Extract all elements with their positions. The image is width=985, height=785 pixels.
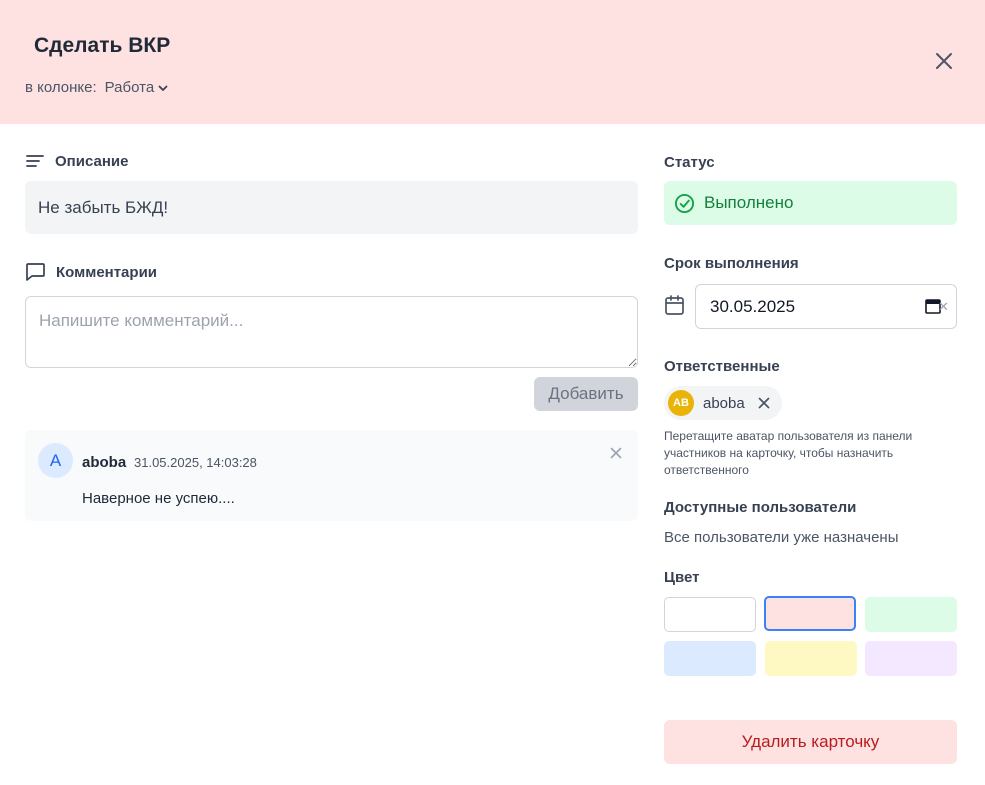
- calendar-icon: [665, 295, 684, 315]
- assignee-name: aboba: [703, 394, 745, 412]
- text-lines-icon: [26, 155, 44, 167]
- color-swatch-green[interactable]: [865, 597, 957, 632]
- comments-label: Комментарии: [56, 263, 158, 281]
- close-icon: [936, 53, 952, 69]
- close-icon: [610, 447, 622, 459]
- color-swatch-red[interactable]: [764, 596, 856, 631]
- status-value: Выполнено: [704, 193, 794, 212]
- column-select[interactable]: Работа: [105, 79, 170, 96]
- due-date-value: 30.05.2025: [710, 296, 796, 316]
- due-date-section-label: Срок выполнения: [664, 255, 799, 272]
- comment-item: A aboba 31.05.2025, 14:03:28 Наверное не…: [25, 430, 638, 521]
- status-section-label: Статус: [664, 154, 715, 171]
- avatar: AB: [668, 390, 694, 416]
- available-users-section-label: Доступные пользователи: [664, 499, 857, 516]
- description-text[interactable]: Не забыть БЖД!: [25, 181, 638, 234]
- comment-timestamp: 31.05.2025, 14:03:28: [134, 455, 257, 470]
- check-circle-icon: [674, 193, 695, 213]
- chevron-down-icon: [158, 85, 168, 91]
- close-button[interactable]: [931, 48, 957, 74]
- color-swatch-purple[interactable]: [865, 641, 957, 676]
- color-swatch-yellow[interactable]: [765, 641, 857, 676]
- assignees-section-label: Ответственные: [664, 358, 780, 375]
- comments-section-label: Комментарии: [25, 262, 157, 282]
- add-comment-button[interactable]: Добавить: [534, 377, 638, 411]
- available-users-empty-text: Все пользователи уже назначены: [664, 529, 899, 546]
- comment-author: aboba: [82, 454, 127, 471]
- column-selector-row: в колонке: Работа: [25, 79, 169, 96]
- delete-comment-button[interactable]: [608, 445, 624, 461]
- message-square-icon: [26, 263, 45, 281]
- column-prefix-label: в колонке:: [25, 79, 97, 96]
- color-swatch-white[interactable]: [664, 597, 756, 632]
- avatar: A: [38, 443, 73, 478]
- color-swatch-blue[interactable]: [664, 641, 756, 676]
- clear-date-icon[interactable]: ✕: [938, 299, 949, 315]
- color-section-label: Цвет: [664, 569, 700, 586]
- card-header: Сделать ВКР в колонке: Работа: [0, 0, 985, 124]
- assignees-hint: Перетащите аватар пользователя из панели…: [664, 429, 913, 477]
- remove-assignee-button[interactable]: [758, 397, 770, 409]
- delete-card-button[interactable]: Удалить карточку: [664, 720, 957, 764]
- comment-text: Наверное не успею....: [82, 490, 235, 507]
- description-label: Описание: [55, 152, 129, 170]
- status-select[interactable]: Выполнено: [664, 181, 957, 225]
- column-select-value: Работа: [104, 79, 155, 96]
- assignee-chip: AB aboba: [664, 386, 782, 420]
- description-section-label: Описание: [25, 152, 128, 170]
- comment-input[interactable]: [25, 296, 638, 368]
- card-title[interactable]: Сделать ВКР: [34, 34, 170, 58]
- close-icon: [758, 397, 770, 409]
- due-date-input[interactable]: 30.05.2025 ✕: [695, 284, 957, 329]
